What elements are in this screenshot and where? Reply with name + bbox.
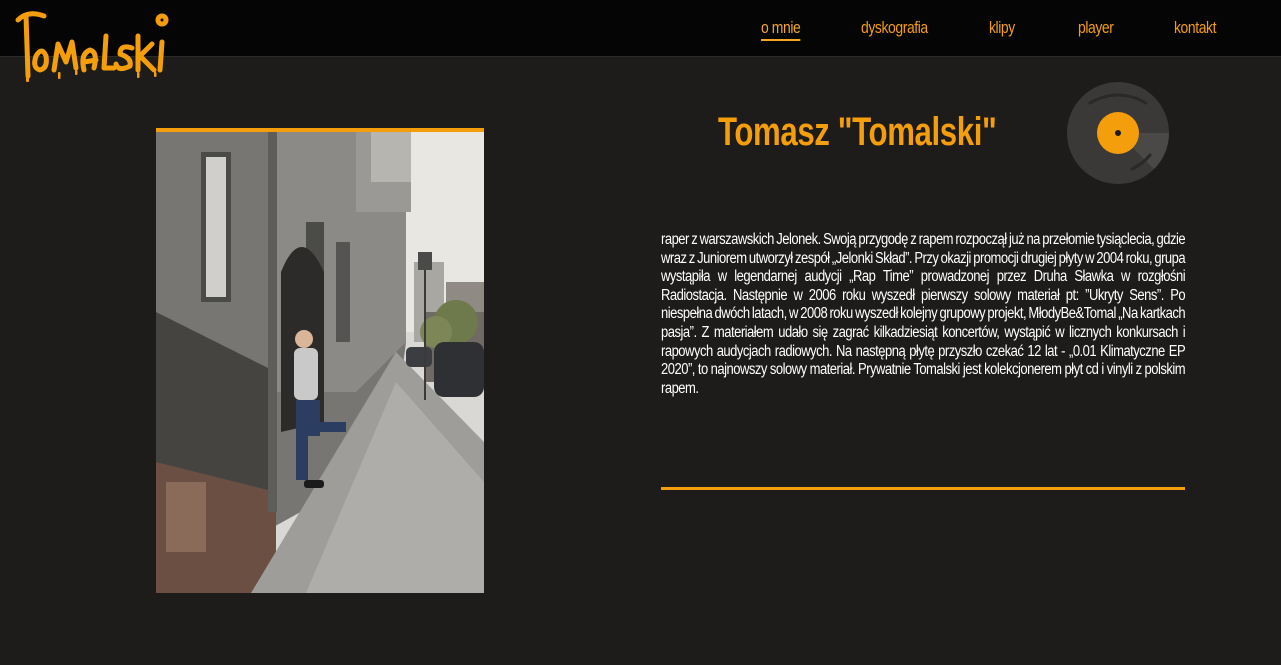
page: o mnie dyskografia klipy player kontakt: [0, 0, 1281, 665]
artist-bio: raper z warszawskich Jelonek. Swoją przy…: [661, 231, 1186, 397]
artist-name-title: Tomasz "Tomalski": [718, 110, 997, 154]
street-photo-illustration: [156, 132, 484, 593]
nav-link-o-mnie[interactable]: o mnie: [761, 18, 801, 41]
bio-divider: [661, 487, 1185, 490]
nav-link-dyskografia[interactable]: dyskografia: [861, 18, 928, 38]
vinyl-record-icon: [1067, 82, 1169, 184]
nav-link-klipy[interactable]: klipy: [989, 18, 1015, 38]
tomalski-logo[interactable]: [14, 6, 170, 84]
artist-photo: [156, 128, 484, 593]
top-navigation-bar: o mnie dyskografia klipy player kontakt: [0, 0, 1281, 82]
nav-link-player[interactable]: player: [1078, 18, 1114, 38]
nav-link-kontakt[interactable]: kontakt: [1174, 18, 1216, 38]
